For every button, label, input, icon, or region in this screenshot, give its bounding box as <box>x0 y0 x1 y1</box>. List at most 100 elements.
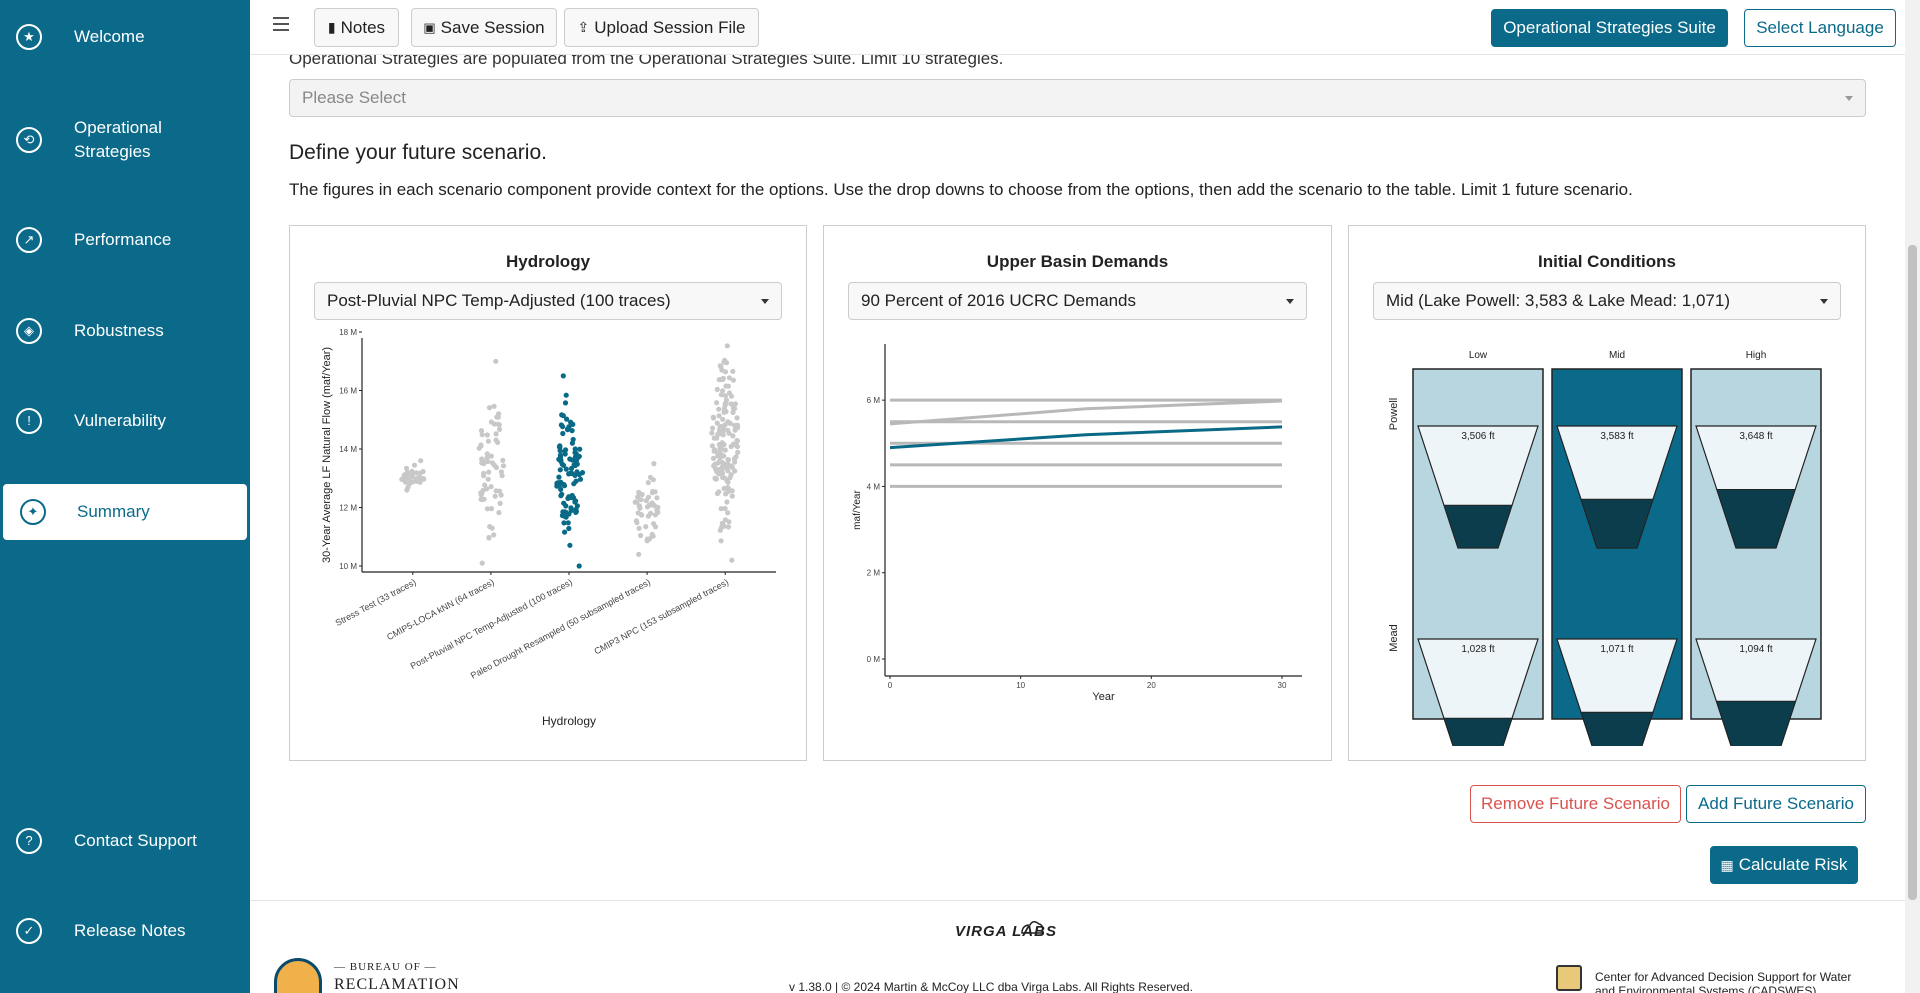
data-point <box>724 343 730 349</box>
data-point <box>560 373 566 379</box>
data-point <box>500 457 506 463</box>
data-point <box>725 383 731 389</box>
data-point <box>726 486 732 492</box>
add-scenario-button[interactable]: Add Future Scenario <box>1686 785 1866 823</box>
data-point <box>486 535 492 541</box>
sidebar-item-performance[interactable]: ↗ Performance <box>0 227 250 253</box>
demands-chart: 0 M 2 M 4 M 6 M 0 10 20 30 maf/Year Year <box>852 344 1302 703</box>
data-point <box>715 453 721 459</box>
hydrology-select[interactable]: Post-Pluvial NPC Temp-Adjusted (100 trac… <box>314 282 782 320</box>
data-point <box>493 437 499 443</box>
data-point <box>728 401 734 407</box>
data-point <box>486 469 492 475</box>
warning-icon: ! <box>16 408 42 434</box>
remove-scenario-button[interactable]: Remove Future Scenario <box>1470 785 1681 823</box>
y-axis-label: 30-Year Average LF Natural Flow (maf/Yea… <box>321 347 333 563</box>
data-point <box>651 503 657 509</box>
data-point <box>636 525 642 531</box>
data-point <box>399 476 405 482</box>
upload-session-button[interactable]: ⇪ Upload Session File <box>564 8 759 47</box>
sidebar-item-welcome[interactable]: ★ Welcome <box>0 24 250 50</box>
data-point <box>732 427 738 433</box>
data-point <box>725 479 731 485</box>
data-point <box>567 542 573 548</box>
data-point <box>720 474 726 481</box>
data-point <box>574 503 580 509</box>
data-point <box>487 524 493 530</box>
data-point <box>652 512 658 518</box>
data-point <box>636 551 642 557</box>
data-point <box>421 476 427 482</box>
cadswes-text: Center for Advanced Decision Support for… <box>1595 970 1852 993</box>
data-point <box>570 421 576 427</box>
cloud-icon <box>1021 921 1044 934</box>
hydrology-selected: Post-Pluvial NPC Temp-Adjusted (100 trac… <box>327 291 671 310</box>
scrollbar[interactable] <box>1905 0 1920 993</box>
data-point <box>561 520 567 526</box>
mead-elevation-label: 1,094 ft <box>1739 644 1773 655</box>
y-tick-label: 6 M <box>867 396 881 405</box>
x-tick-label: 0 <box>888 681 893 690</box>
data-point <box>492 493 498 499</box>
save-session-button[interactable]: ▣ Save Session <box>411 8 557 47</box>
data-point <box>570 436 576 443</box>
data-point <box>721 442 727 448</box>
initial-select[interactable]: Mid (Lake Powell: 3,583 & Lake Mead: 1,0… <box>1373 282 1841 320</box>
scrollbar-thumb[interactable] <box>1908 245 1917 900</box>
summary-icon: ✦ <box>20 499 46 525</box>
data-point <box>714 490 721 497</box>
data-point <box>478 428 485 434</box>
data-point <box>727 475 733 481</box>
data-point <box>645 494 652 500</box>
hydrology-chart: 10 M 12 M 14 M 16 M 18 M 30-Year Average LF N… <box>321 328 776 728</box>
data-point <box>564 416 570 422</box>
data-point <box>488 453 494 459</box>
data-point <box>712 447 718 453</box>
sidebar-item-release-notes[interactable]: ✓ Release Notes <box>0 918 250 944</box>
data-point <box>654 495 660 501</box>
data-point <box>633 518 639 524</box>
sidebar-item-operational-strategies[interactable]: ⟲ Operational Strategies <box>0 116 250 164</box>
data-point <box>556 444 562 450</box>
y-tick-label: 2 M <box>867 569 881 578</box>
data-point <box>728 393 735 399</box>
data-point <box>651 521 657 527</box>
select-language-button[interactable]: Select Language <box>1744 9 1896 47</box>
data-point <box>576 563 582 569</box>
sidebar-item-robustness[interactable]: ◈ Robustness <box>0 318 250 344</box>
sidebar-item-vulnerability[interactable]: ! Vulnerability <box>0 408 250 434</box>
notes-button[interactable]: ▮ Notes <box>314 8 399 47</box>
demands-select[interactable]: 90 Percent of 2016 UCRC Demands <box>848 282 1307 320</box>
data-point <box>481 470 487 476</box>
reservoir-chart: Low 3,506 ft 1,028 ft Mid 3,583 ft 1,071 ft Hi… <box>1388 350 1822 746</box>
data-point <box>721 406 727 412</box>
operational-strategies-suite-button[interactable]: Operational Strategies Suite <box>1491 9 1728 47</box>
y-axis-label: maf/Year <box>852 490 863 530</box>
scenario-description: The figures in each scenario component p… <box>289 180 1633 199</box>
calculate-risk-button[interactable]: ▦ Calculate Risk <box>1710 846 1858 884</box>
data-point <box>643 524 649 530</box>
data-point <box>418 458 424 464</box>
data-point <box>491 532 497 538</box>
data-point <box>716 377 722 383</box>
support-icon: ? <box>16 828 42 854</box>
data-point <box>722 393 728 399</box>
data-point <box>500 463 507 469</box>
data-point <box>644 504 651 510</box>
x-tick-label: 10 <box>1016 681 1025 690</box>
strategies-select[interactable]: Please Select <box>289 79 1866 117</box>
sidebar-item-contact-support[interactable]: ? Contact Support <box>0 828 250 854</box>
data-point <box>716 428 723 434</box>
data-point <box>730 377 736 383</box>
data-point <box>725 510 731 516</box>
data-point <box>485 476 491 482</box>
data-point <box>563 392 569 398</box>
sidebar-item-label: Performance <box>74 230 172 249</box>
x-tick-label: Post-Pluvial NPC Temp-Adjusted (100 trac… <box>409 577 574 671</box>
data-point <box>559 412 565 418</box>
mead-elevation-label: 1,071 ft <box>1600 644 1634 655</box>
data-point <box>577 476 584 482</box>
sidebar-item-summary[interactable]: ✦ Summary <box>3 484 247 540</box>
chevron-down-icon <box>1845 96 1853 101</box>
hamburger-menu-icon[interactable] <box>273 17 289 31</box>
